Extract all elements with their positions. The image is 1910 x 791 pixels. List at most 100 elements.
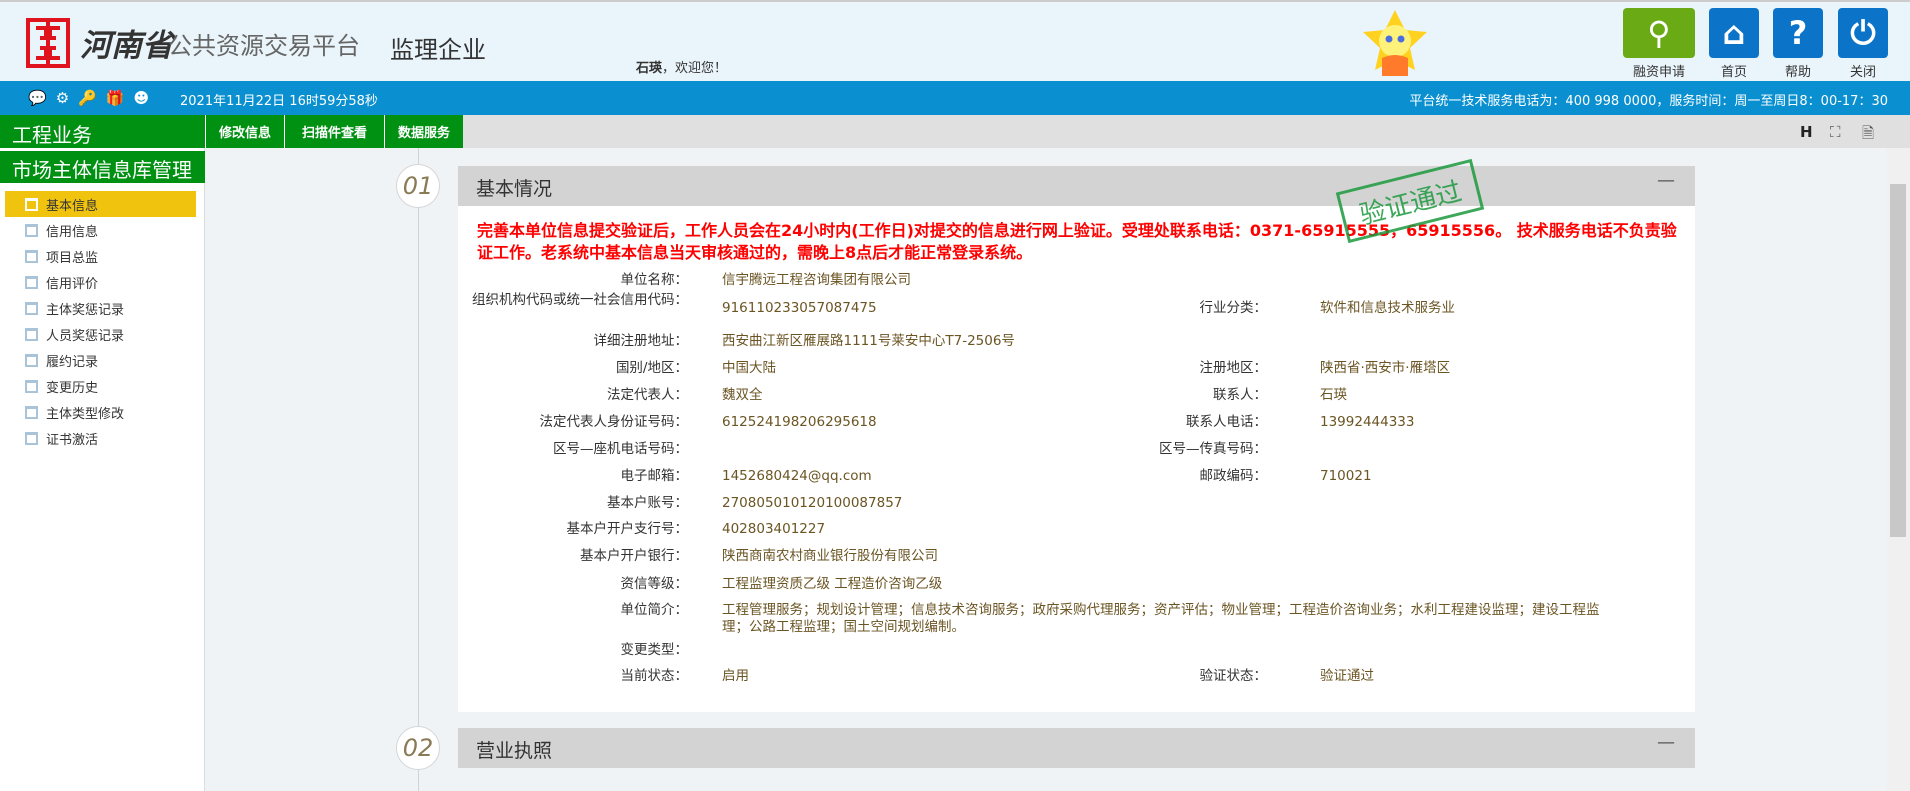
- role-title: 监理企业: [390, 36, 486, 64]
- financing-label: 融资申请: [1632, 65, 1685, 80]
- sidebar-item-label: 信用信息: [46, 224, 99, 240]
- field-value: 中国大陆: [722, 360, 776, 376]
- field-label: 资信等级：: [620, 576, 689, 592]
- sidebar-item-label: 主体类型修改: [46, 406, 125, 422]
- notepad-icon: [25, 405, 38, 419]
- close-button[interactable]: ⏻ 关闭: [1838, 8, 1888, 80]
- field-label: 基本户开户银行：: [580, 548, 688, 564]
- section-basic-info-header[interactable]: 基本情况 —: [458, 166, 1695, 206]
- financing-icon: ⚲: [1623, 8, 1695, 58]
- power-icon: ⏻: [1838, 8, 1888, 58]
- field-value: 陕西省·西安市·雁塔区: [1320, 360, 1451, 376]
- gift-icon[interactable]: 🎁: [106, 89, 125, 107]
- notepad-icon: [25, 431, 38, 445]
- field-label: 详细注册地址：: [593, 333, 689, 349]
- history-icon[interactable]: H: [1800, 123, 1813, 141]
- step-number-01: 01: [396, 164, 440, 208]
- gear-icon[interactable]: ⚙: [56, 89, 69, 107]
- field-label: 行业分类：: [1199, 300, 1268, 316]
- collapse-button[interactable]: —: [1657, 170, 1675, 191]
- sidebar-item-label: 人员奖惩记录: [46, 328, 125, 344]
- field-label: 注册地区：: [1199, 360, 1268, 376]
- field-label: 基本户开户支行号：: [566, 521, 689, 537]
- step-number-02: 02: [396, 726, 440, 770]
- message-icon[interactable]: 💬: [28, 89, 47, 107]
- field-value: 710021: [1320, 468, 1372, 484]
- notepad-icon: [25, 197, 38, 211]
- home-label: 首页: [1720, 65, 1747, 80]
- key-icon[interactable]: 🔑: [78, 89, 97, 107]
- sidebar-item[interactable]: 项目总监: [5, 243, 196, 269]
- field-label: 联系人电话：: [1186, 414, 1267, 430]
- financing-apply-button[interactable]: ⚲ 融资申请: [1623, 8, 1695, 80]
- field-label: 验证状态：: [1199, 668, 1268, 684]
- toolbar-icons: 💬 ⚙ 🔑 🎁 ☻: [28, 89, 149, 107]
- sidebar-title: 市场主体信息库管理: [0, 151, 205, 183]
- sidebar-item[interactable]: 信用评价: [5, 269, 196, 295]
- header: 河南省 公共资源交易平台 监理企业 石瑛，欢迎您！ ⚲ 融资申请 ⌂ 首页 ? 帮助 …: [0, 0, 1910, 81]
- notepad-icon: [25, 327, 38, 341]
- field-label: 变更类型：: [620, 642, 689, 658]
- section-engineering-business[interactable]: 工程业务: [0, 115, 205, 148]
- field-label: 单位名称：: [620, 272, 689, 288]
- field-label: 区号—座机电话号码：: [553, 441, 688, 457]
- field-value: 工程管理服务；规划设计管理；信息技术咨询服务；政府采购代理服务；资产评估；物业管…: [722, 602, 1600, 635]
- tab-data-service[interactable]: 数据服务: [384, 115, 463, 148]
- tab-modify-info[interactable]: 修改信息: [205, 115, 284, 148]
- help-label: 帮助: [1784, 65, 1811, 80]
- field-value: 魏双全: [722, 387, 763, 403]
- sidebar-item-label: 履约记录: [46, 354, 99, 370]
- help-button[interactable]: ? 帮助: [1773, 8, 1823, 80]
- field-value: 启用: [722, 668, 749, 684]
- sidebar-item[interactable]: 证书激活: [5, 425, 196, 451]
- field-label: 组织机构代码或统一社会信用代码：: [472, 292, 688, 308]
- scrollbar[interactable]: [1886, 148, 1910, 791]
- tab-scan-view[interactable]: 扫描件查看: [284, 115, 384, 148]
- field-label: 单位简介：: [620, 602, 689, 618]
- notepad-icon: [25, 249, 38, 263]
- sidebar-item[interactable]: 主体类型修改: [5, 399, 196, 425]
- home-button[interactable]: ⌂ 首页: [1709, 8, 1759, 80]
- sidebar-item[interactable]: 变更历史: [5, 373, 196, 399]
- mascot-icon: [1363, 10, 1427, 76]
- field-label: 邮政编码：: [1199, 468, 1268, 484]
- field-value: 验证通过: [1320, 668, 1374, 684]
- datetime: 2021年11月22日 16时59分58秒: [180, 94, 378, 109]
- sidebar-item[interactable]: 履约记录: [5, 347, 196, 373]
- close-label: 关闭: [1849, 65, 1876, 80]
- field-label: 区号—传真号码：: [1159, 441, 1267, 457]
- field-label: 国别/地区：: [615, 360, 688, 376]
- notepad-icon: [25, 275, 38, 289]
- sidebar-item-label: 项目总监: [46, 250, 99, 266]
- sidebar-item-label: 信用评价: [46, 276, 99, 292]
- nav-bar: 工程业务 修改信息 扫描件查看 数据服务 H ⛶ 🗎: [0, 115, 1910, 148]
- notepad-icon: [25, 353, 38, 367]
- field-label: 基本户账号：: [607, 495, 688, 511]
- field-value: 软件和信息技术服务业: [1320, 300, 1455, 316]
- hotline-text: 平台统一技术服务电话为：400 998 0000，服务时间：周一至周日8：00-…: [1409, 94, 1888, 109]
- logo-icon: [26, 18, 70, 68]
- sidebar-item[interactable]: 主体奖惩记录: [5, 295, 196, 321]
- field-value: 西安曲江新区雁展路1111号莱安中心T7-2506号: [722, 333, 1015, 349]
- section-title: 基本情况: [476, 178, 553, 200]
- pdf-icon[interactable]: 🗎: [1862, 123, 1874, 148]
- sidebar-item[interactable]: 人员奖惩记录: [5, 321, 196, 347]
- sitemap-icon[interactable]: ⛶: [1830, 123, 1841, 141]
- info-bar: 💬 ⚙ 🔑 🎁 ☻ 2021年11月22日 16时59分58秒 平台统一技术服务电话为：…: [0, 81, 1910, 115]
- section-business-license-header[interactable]: 营业执照 —: [458, 728, 1695, 768]
- sidebar-item[interactable]: 基本信息: [5, 191, 196, 217]
- home-icon: ⌂: [1709, 8, 1759, 58]
- field-value: 石瑛: [1320, 387, 1347, 403]
- collapse-button[interactable]: —: [1657, 732, 1675, 753]
- verification-notice: 完善本单位信息提交验证后，工作人员会在24小时内(工作日)对提交的信息进行网上验…: [477, 221, 1677, 262]
- field-value: 工程监理资质乙级 工程造价咨询乙级: [722, 576, 943, 592]
- help-icon: ?: [1773, 8, 1823, 58]
- notepad-icon: [25, 379, 38, 393]
- scrollbar-thumb[interactable]: [1890, 184, 1906, 537]
- sidebar-item[interactable]: 信用信息: [5, 217, 196, 243]
- field-value: 916110233057087475: [722, 300, 877, 316]
- field-value: 1452680424@qq.com: [722, 468, 872, 484]
- notepad-icon: [25, 301, 38, 315]
- sidebar: 市场主体信息库管理 基本信息信用信息项目总监信用评价主体奖惩记录人员奖惩记录 履约…: [0, 148, 205, 791]
- people-icon[interactable]: ☻: [134, 89, 150, 107]
